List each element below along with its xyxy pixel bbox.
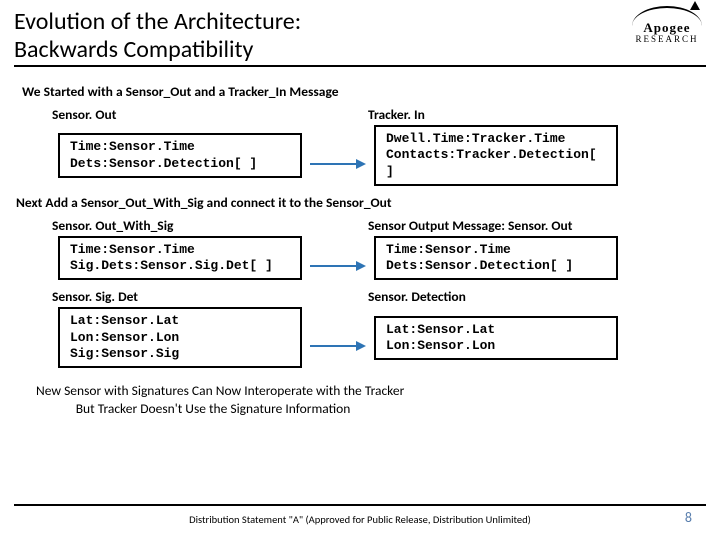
- slide-title: Evolution of the Architecture: Backwards…: [14, 8, 706, 67]
- conclusion: New Sensor with Signatures Can Now Inter…: [36, 382, 704, 418]
- sensor-output-msg-box: Time:Sensor.Time Dets:Sensor.Detection[ …: [374, 236, 618, 281]
- slide: Evolution of the Architecture: Backwards…: [0, 0, 720, 540]
- sensor-out-sig-box: Time:Sensor.Time Sig.Dets:Sensor.Sig.Det…: [58, 236, 302, 281]
- section2-row1-labels: Sensor. Out_With_Sig Sensor Output Messa…: [50, 217, 704, 236]
- section2-row1-boxes: Time:Sensor.Time Sig.Dets:Sensor.Sig.Det…: [50, 236, 704, 281]
- arrow-right-icon: [310, 339, 366, 353]
- box-line: Dets:Sensor.Detection[ ]: [386, 258, 606, 274]
- logo-sub: RESEARCH: [632, 34, 702, 44]
- section1-labels: Sensor. Out Tracker. In: [50, 106, 704, 125]
- logo: Apogee RESEARCH: [632, 6, 702, 44]
- sensor-sigdet-box: Lat:Sensor.Lat Lon:Sensor.Lon Sig:Sensor…: [58, 307, 302, 368]
- box-line: Sig:Sensor.Sig: [70, 346, 290, 362]
- arrow-right-icon: [310, 157, 366, 171]
- box-line: Dwell.Time:Tracker.Time: [386, 131, 606, 147]
- sensor-output-msg-label: Sensor Output Message: Sensor. Out: [366, 217, 696, 234]
- slide-body: We Started with a Sensor_Out and a Track…: [14, 67, 706, 418]
- conclusion-line2: But Tracker Doesn't Use the Signature In…: [76, 400, 351, 417]
- box-line: Time:Sensor.Time: [70, 139, 290, 155]
- arrow-right-icon: [310, 259, 366, 273]
- section1-boxes: Time:Sensor.Time Dets:Sensor.Detection[ …: [50, 125, 704, 186]
- sensor-out-sig-label: Sensor. Out_With_Sig: [50, 217, 366, 234]
- tracker-in-label: Tracker. In: [366, 106, 696, 123]
- title-row: Evolution of the Architecture: Backwards…: [14, 8, 706, 67]
- tracker-in-box: Dwell.Time:Tracker.Time Contacts:Tracker…: [374, 125, 618, 186]
- title-line2: Backwards Compatibility: [14, 35, 253, 64]
- section2-lead: Next Add a Sensor_Out_With_Sig and conne…: [16, 194, 704, 211]
- box-line: Time:Sensor.Time: [386, 242, 606, 258]
- sensor-detection-box: Lat:Sensor.Lat Lon:Sensor.Lon: [374, 316, 618, 361]
- box-line: Lon:Sensor.Lon: [386, 338, 606, 354]
- footer-rule: [14, 504, 706, 506]
- sensor-out-label: Sensor. Out: [50, 106, 366, 123]
- page-number: 8: [685, 509, 692, 526]
- box-line: Sig.Dets:Sensor.Sig.Det[ ]: [70, 258, 290, 274]
- title-line1: Evolution of the Architecture:: [14, 7, 301, 36]
- section1-lead: We Started with a Sensor_Out and a Track…: [22, 83, 704, 100]
- box-line: Lat:Sensor.Lat: [70, 313, 290, 329]
- logo-star-icon: [690, 1, 700, 10]
- box-line: Time:Sensor.Time: [70, 242, 290, 258]
- box-line: Contacts:Tracker.Detection[ ]: [386, 147, 606, 180]
- box-line: Lon:Sensor.Lon: [70, 330, 290, 346]
- section2-row2-labels: Sensor. Sig. Det Sensor. Detection: [50, 288, 704, 307]
- footer-text: Distribution Statement "A" (Approved for…: [0, 513, 720, 526]
- box-line: Lat:Sensor.Lat: [386, 322, 606, 338]
- sensor-sigdet-label: Sensor. Sig. Det: [50, 288, 366, 305]
- conclusion-line1: New Sensor with Signatures Can Now Inter…: [36, 382, 404, 399]
- section2-row2-boxes: Lat:Sensor.Lat Lon:Sensor.Lon Sig:Sensor…: [50, 307, 704, 368]
- sensor-out-box: Time:Sensor.Time Dets:Sensor.Detection[ …: [58, 133, 302, 178]
- sensor-detection-label: Sensor. Detection: [366, 288, 696, 305]
- logo-arc-icon: [632, 6, 702, 26]
- box-line: Dets:Sensor.Detection[ ]: [70, 156, 290, 172]
